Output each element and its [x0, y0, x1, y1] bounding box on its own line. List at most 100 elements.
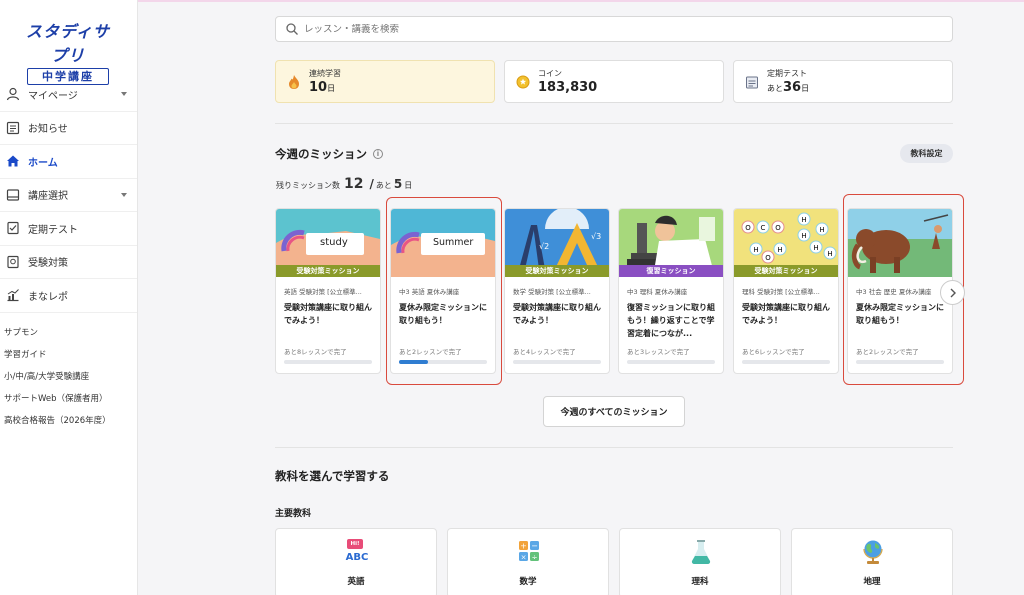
course-icon [4, 186, 22, 204]
mission-progress-bar [513, 360, 601, 364]
mission-thumbnail: O C O H H H H H O H H 受験対策ミッション [734, 209, 838, 277]
svg-text:H: H [753, 246, 758, 254]
sidebar-item-label: 受験対策 [28, 258, 68, 270]
remaining-label: 残りミッション数 [276, 181, 340, 190]
sidebar-item-label: 講座選択 [28, 191, 68, 203]
sidebar-link-courses[interactable]: 小/中/高/大学受験講座 [4, 366, 111, 388]
mission-meta: 中3 理科 夏休み講座 [627, 288, 688, 296]
sidebar-item-exam[interactable]: 受験対策 [0, 246, 137, 279]
svg-text:H: H [819, 226, 824, 234]
mission-tag: 受験対策ミッション [505, 265, 609, 277]
sidebar-item-notice[interactable]: お知らせ [0, 112, 137, 145]
chevron-down-icon [121, 192, 127, 197]
mission-thumbnail: √2 √3 受験対策ミッション [505, 209, 609, 277]
coin-card: コイン 183,830 [504, 60, 724, 103]
sidebar-link-report[interactable]: 高校合格報告（2026年度） [4, 410, 111, 432]
mission-thumbnail: study 受験対策ミッション [276, 209, 380, 277]
home-icon [4, 152, 22, 170]
mission-meta: 英語 受験対策 [公立標準... [284, 288, 362, 296]
mission-card[interactable]: O C O H H H H H O H H 受験対策ミッション 理科 受験対策 … [733, 208, 839, 374]
svg-text:O: O [775, 224, 781, 232]
svg-text:H: H [827, 250, 832, 258]
logo[interactable]: スタディサプリ 中学講座 [18, 18, 118, 85]
globe-icon [861, 539, 885, 565]
mission-remaining: あと3レッスンで完了 [627, 348, 690, 356]
logo-main-text: スタディサプリ [26, 22, 110, 65]
chevron-right-icon [949, 283, 957, 302]
sidebar-item-label: 定期テスト [28, 224, 78, 236]
sidebar-link-support[interactable]: サポートWeb（保護者用） [4, 388, 111, 410]
streak-value: 10 [309, 80, 328, 95]
mission-tag: 受験対策ミッション [276, 265, 380, 277]
coin-label: コイン [538, 69, 562, 78]
sidebar-item-periodic-test[interactable]: 定期テスト [0, 212, 137, 246]
mission-tag: 復習ミッション [619, 265, 723, 277]
subject-label: 数学 [519, 577, 537, 587]
mission-progress-bar [627, 360, 715, 364]
mission-remaining: あと4レッスンで完了 [513, 348, 576, 356]
mission-tag: 受験対策ミッション [734, 265, 838, 277]
sidebar: スタディサプリ 中学講座 マイページ お知らせ ホーム 講座選択 定期テスト 受… [0, 0, 138, 595]
sidebar-item-label: まなレポ [28, 291, 68, 303]
svg-text:×: × [521, 554, 527, 562]
remaining-count: 12 [344, 176, 364, 192]
info-icon[interactable]: i [373, 149, 383, 159]
thumbnail-text: study [320, 237, 348, 248]
sidebar-link-guide[interactable]: 学習ガイド [4, 344, 111, 366]
test-unit: 日 [801, 84, 810, 93]
subject-label: 理科 [691, 577, 709, 587]
remaining-missions: 残りミッション数 12 / あと 5 日 [276, 176, 412, 192]
chevron-down-icon [121, 92, 127, 96]
mission-meta: 数学 受験対策 [公立標準... [513, 288, 591, 296]
all-missions-button[interactable]: 今週のすべてのミッション [543, 396, 685, 427]
mission-title: 受験対策講座に取り組んでみよう！ [513, 303, 601, 325]
subject-card-math[interactable]: + − × ÷ 数学 [447, 528, 609, 595]
sidebar-nav: マイページ お知らせ ホーム 講座選択 定期テスト 受験対策 まなレポ [0, 78, 137, 313]
carousel-next-button[interactable] [940, 280, 965, 305]
coin-value: 183,830 [538, 80, 598, 95]
mission-card[interactable]: study 受験対策ミッション 英語 受験対策 [公立標準... 受験対策講座に… [275, 208, 381, 374]
chart-icon [4, 286, 22, 304]
missions-title-text: 今週のミッション [275, 147, 367, 161]
subject-setting-button[interactable]: 教科設定 [900, 144, 953, 163]
search-bar[interactable] [275, 16, 953, 42]
mission-remaining: あと6レッスンで完了 [742, 348, 805, 356]
svg-text:H: H [813, 244, 818, 252]
mission-title: 復習ミッションに取り組もう！繰り返すことで学習定着につなが... [627, 303, 715, 338]
mission-title: 受験対策講座に取り組んでみよう！ [742, 303, 830, 325]
svg-text:÷: ÷ [532, 554, 538, 562]
subjects-title: 教科を選んで学習する [275, 469, 390, 483]
science-icon [689, 539, 713, 565]
coin-icon [515, 74, 531, 90]
svg-text:O: O [745, 224, 751, 232]
sidebar-item-label: お知らせ [28, 124, 68, 136]
sidebar-link-sapmon[interactable]: サプモン [4, 322, 111, 344]
test-card: 定期テスト あと36日 [733, 60, 953, 103]
svg-text:H: H [777, 246, 782, 254]
mission-title: 受験対策講座に取り組んでみよう！ [284, 303, 372, 325]
section-divider [275, 123, 953, 124]
subject-card-geography[interactable]: 地理 [791, 528, 953, 595]
mission-card[interactable]: 復習ミッション 中3 理科 夏休み講座 復習ミッションに取り組もう！繰り返すこと… [618, 208, 724, 374]
search-input[interactable] [304, 23, 904, 35]
section-divider [275, 447, 953, 448]
top-accent-line [0, 0, 1024, 2]
flame-icon [286, 74, 302, 90]
mission-progress-bar [742, 360, 830, 364]
sidebar-item-home[interactable]: ホーム [0, 145, 137, 179]
test-calendar-icon [744, 74, 760, 90]
subject-label: 地理 [863, 577, 881, 587]
subject-card-science[interactable]: 理科 [619, 528, 781, 595]
sidebar-item-mypage[interactable]: マイページ [0, 78, 137, 112]
sidebar-item-manarepo[interactable]: まなレポ [0, 279, 137, 313]
mission-card[interactable]: √2 √3 受験対策ミッション 数学 受験対策 [公立標準... 受験対策講座に… [504, 208, 610, 374]
svg-text:+: + [520, 542, 527, 551]
subject-label: 英語 [347, 577, 365, 587]
search-icon [286, 20, 298, 39]
english-badge: Hi! [347, 539, 363, 549]
mission-meta: 理科 受験対策 [公立標準... [742, 288, 820, 296]
subject-card-english[interactable]: Hi! ABC 英語 [275, 528, 437, 595]
sidebar-links: サプモン 学習ガイド 小/中/高/大学受験講座 サポートWeb（保護者用） 高校… [4, 322, 111, 432]
missions-title: 今週のミッション i [275, 146, 383, 162]
sidebar-item-course[interactable]: 講座選択 [0, 179, 137, 212]
